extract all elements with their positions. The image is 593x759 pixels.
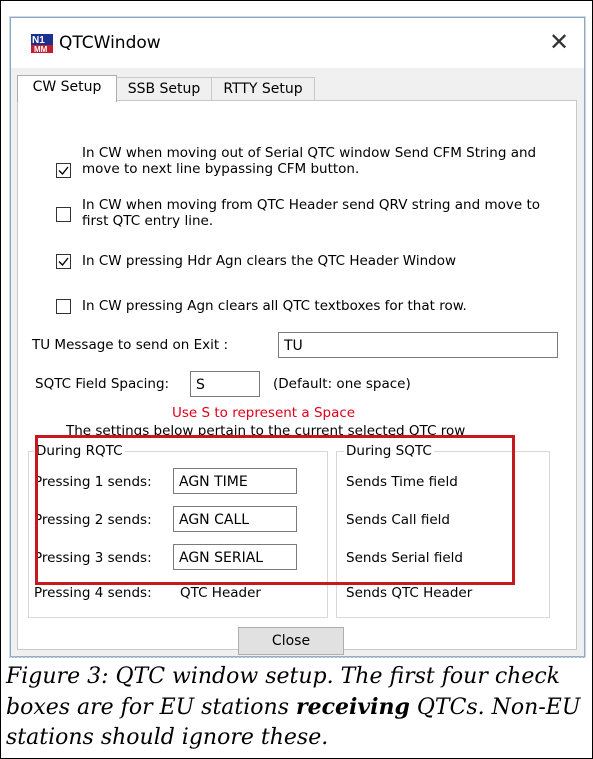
sqtc-row-header: Sends QTC Header [346, 585, 473, 601]
svg-text:MM: MM [34, 45, 48, 53]
tab-rtty-setup[interactable]: RTTY Setup [211, 77, 315, 100]
tu-message-label: TU Message to send on Exit : [32, 337, 228, 353]
check-icon [58, 257, 69, 267]
close-icon[interactable]: ✕ [544, 27, 574, 57]
tab-ssb-setup[interactable]: SSB Setup [116, 77, 212, 100]
qrv-checkbox-label: In CW when moving from QTC Header send Q… [82, 197, 540, 229]
press-4-value: QTC Header [180, 585, 261, 601]
highlight-annotation-box [35, 435, 515, 585]
tu-message-input[interactable]: TU [278, 332, 558, 358]
hdr-agn-checkbox[interactable] [56, 254, 71, 269]
tab-cw-setup[interactable]: CW Setup [17, 75, 117, 102]
n1mm-logo-icon: N1 MM [31, 33, 53, 54]
close-button[interactable]: Close [238, 627, 344, 655]
space-hint: Use S to represent a Space [172, 405, 356, 421]
caption-bold-word: receiving [296, 694, 410, 720]
cfm-checkbox[interactable] [56, 163, 71, 178]
qrv-checkbox[interactable] [56, 207, 71, 222]
window-title: QTCWindow [59, 33, 161, 53]
press-4-label: Pressing 4 sends: [34, 585, 152, 601]
tab-strip: CW Setup SSB Setup RTTY Setup [17, 75, 577, 102]
agn-checkbox-label: In CW pressing Agn clears all QTC textbo… [82, 298, 467, 314]
sqtc-spacing-input[interactable]: S [190, 371, 260, 397]
title-bar: N1 MM QTCWindow ✕ [11, 18, 584, 68]
window-edge-divider [12, 656, 584, 661]
check-icon [58, 166, 69, 176]
figure-caption: Figure 3: QTC window setup. The first fo… [6, 662, 586, 753]
sqtc-spacing-label: SQTC Field Spacing: [35, 376, 170, 392]
sqtc-default-note: (Default: one space) [273, 376, 411, 392]
agn-checkbox[interactable] [56, 299, 71, 314]
hdr-agn-checkbox-label: In CW pressing Hdr Agn clears the QTC He… [82, 253, 457, 269]
cfm-checkbox-label: In CW when moving out of Serial QTC wind… [82, 145, 537, 177]
